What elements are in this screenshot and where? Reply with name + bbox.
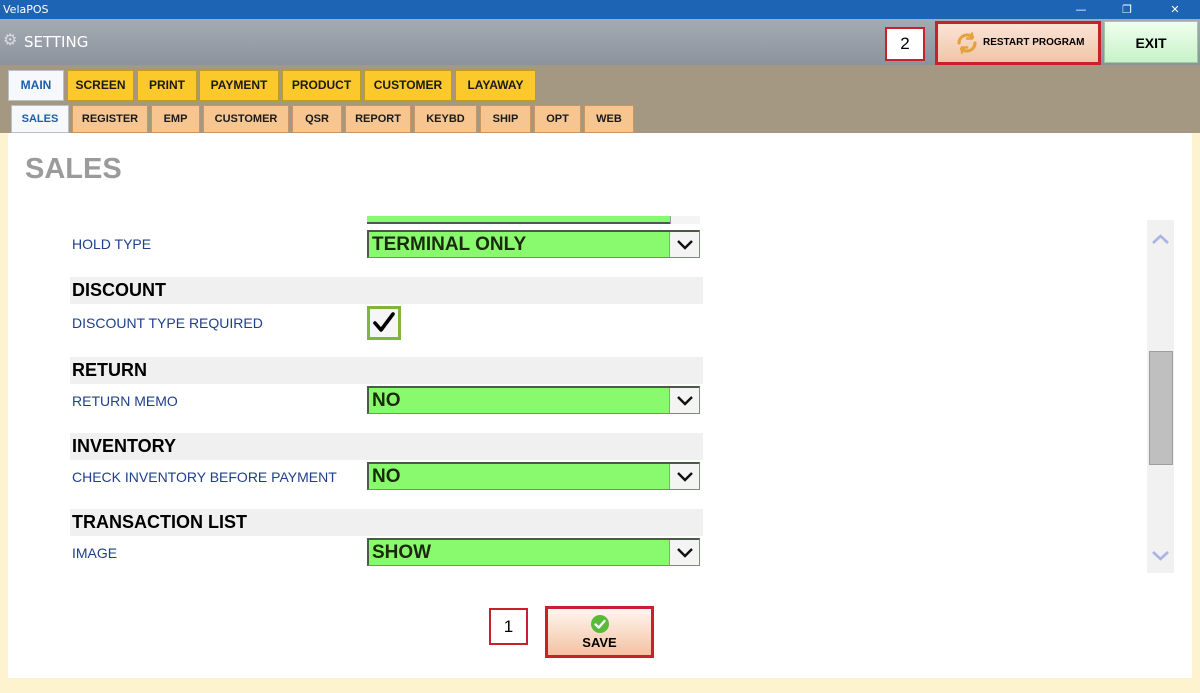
tab-product[interactable]: PRODUCT — [282, 70, 361, 101]
inventory-section-header: INVENTORY — [70, 433, 703, 460]
tab-screen[interactable]: SCREEN — [67, 70, 134, 101]
subtab-customer[interactable]: CUSTOMER — [203, 105, 289, 133]
tab-customer[interactable]: CUSTOMER — [364, 70, 452, 101]
restart-program-button[interactable]: RESTART PROGRAM — [935, 21, 1101, 65]
subtab-register[interactable]: REGISTER — [72, 105, 148, 133]
image-select[interactable]: SHOW — [367, 538, 700, 566]
hold-type-select[interactable]: TERMINAL ONLY — [367, 230, 700, 258]
save-button[interactable]: SAVE — [545, 606, 654, 658]
tab-payment[interactable]: PAYMENT — [199, 70, 279, 101]
image-label: IMAGE — [72, 545, 118, 561]
subtab-opt[interactable]: OPT — [534, 105, 581, 133]
page-title: SALES — [25, 153, 122, 185]
refresh-icon — [957, 32, 977, 54]
subtab-web[interactable]: WEB — [584, 105, 634, 133]
hold-type-value: TERMINAL ONLY — [372, 234, 527, 255]
hold-type-label: HOLD TYPE — [72, 236, 152, 252]
chevron-down-icon[interactable] — [669, 388, 699, 413]
check-inventory-label: CHECK INVENTORY BEFORE PAYMENT — [72, 469, 337, 485]
discount-type-required-checkbox[interactable] — [367, 306, 401, 340]
subtab-keybd[interactable]: KEYBD — [414, 105, 477, 133]
return-memo-label: RETURN MEMO — [72, 393, 178, 409]
chevron-down-icon[interactable] — [669, 540, 699, 565]
tab-layaway[interactable]: LAYAWAY — [455, 70, 536, 101]
step-2-marker: 2 — [885, 27, 925, 61]
gear-icon: ⚙ — [3, 32, 18, 49]
vertical-scrollbar[interactable] — [1147, 220, 1174, 573]
return-section-header: RETURN — [70, 357, 703, 384]
tab-print[interactable]: PRINT — [137, 70, 197, 101]
tab-main[interactable]: MAIN — [8, 70, 64, 101]
check-inventory-value: NO — [372, 466, 401, 487]
restart-program-label: RESTART PROGRAM — [983, 37, 1085, 48]
transaction-list-section-title: TRANSACTION LIST — [72, 512, 247, 532]
save-label: SAVE — [582, 635, 617, 650]
scrollbar-thumb[interactable] — [1149, 351, 1173, 465]
inventory-section-title: INVENTORY — [72, 436, 177, 456]
checkmark-icon — [373, 312, 395, 332]
settings-header: ⚙ SETTING 2 RESTART PROGRAM EXIT — [0, 19, 1200, 65]
return-section-title: RETURN — [72, 360, 147, 380]
scroll-down-icon[interactable] — [1147, 545, 1174, 567]
page-header-title: SETTING — [24, 33, 89, 51]
return-memo-value: NO — [372, 390, 401, 411]
close-button[interactable]: ✕ — [1152, 0, 1198, 19]
sub-tab-bar: SALES REGISTER EMP CUSTOMER QSR REPORT K… — [0, 101, 1200, 133]
previous-setting-combo[interactable] — [367, 216, 700, 224]
return-memo-select[interactable]: NO — [367, 386, 700, 414]
subtab-qsr[interactable]: QSR — [292, 105, 342, 133]
check-inventory-select[interactable]: NO — [367, 462, 700, 490]
subtab-sales[interactable]: SALES — [11, 105, 69, 133]
subtab-emp[interactable]: EMP — [151, 105, 200, 133]
discount-section-title: DISCOUNT — [72, 280, 166, 300]
chevron-down-icon[interactable] — [669, 464, 699, 489]
maximize-button[interactable]: ❐ — [1104, 0, 1150, 19]
settings-content: SALES HOLD TYPE TERMINAL ONLY DISCOUNT D… — [8, 133, 1192, 678]
transaction-list-section-header: TRANSACTION LIST — [70, 509, 703, 536]
step-1-marker: 1 — [489, 608, 528, 645]
chevron-down-icon[interactable] — [669, 232, 699, 257]
app-title: VelaPOS — [3, 3, 49, 16]
subtab-ship[interactable]: SHIP — [480, 105, 531, 133]
exit-label: EXIT — [1135, 35, 1167, 51]
image-value: SHOW — [372, 542, 432, 563]
subtab-report[interactable]: REPORT — [345, 105, 411, 133]
window-title-bar: VelaPOS — ❐ ✕ — [0, 0, 1200, 19]
combo-arrow — [670, 216, 700, 224]
check-circle-icon — [591, 615, 609, 633]
discount-section-header: DISCOUNT — [70, 277, 703, 304]
main-tab-bar: MAIN SCREEN PRINT PAYMENT PRODUCT CUSTOM… — [0, 65, 1200, 101]
scroll-up-icon[interactable] — [1147, 228, 1174, 250]
discount-type-required-label: DISCOUNT TYPE REQUIRED — [72, 315, 263, 331]
exit-button[interactable]: EXIT — [1104, 21, 1198, 63]
minimize-button[interactable]: — — [1058, 0, 1104, 19]
